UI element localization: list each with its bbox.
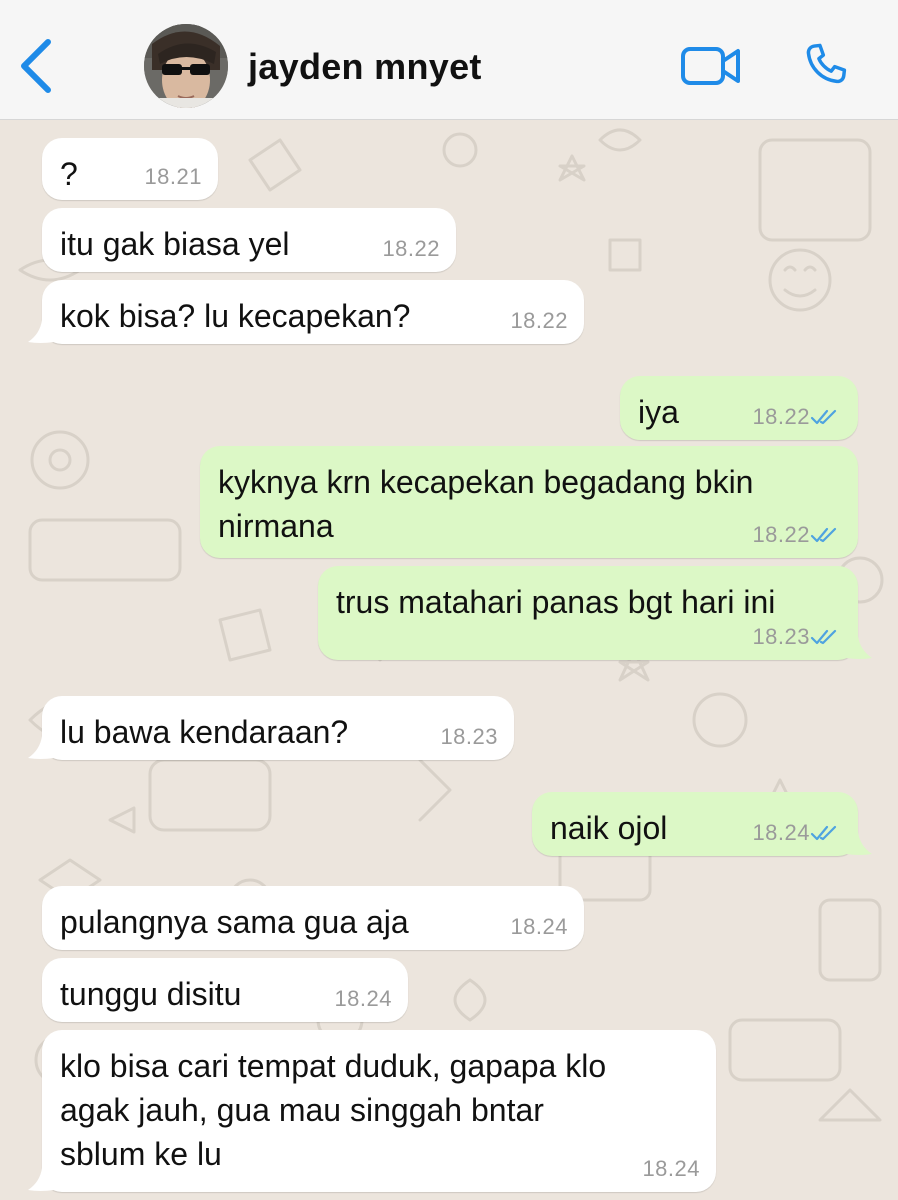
bubble-tail <box>28 736 54 759</box>
message-time: 18.21 <box>144 164 202 189</box>
message-time: 18.23 <box>440 724 498 749</box>
message-time: 18.24 <box>752 820 810 845</box>
message-text: itu gak biasa yel <box>60 226 290 262</box>
outgoing-message[interactable]: trus matahari panas bgt hari ini 18.23 <box>318 566 872 660</box>
double-check-icon <box>810 409 837 425</box>
chat-header: jayden mnyet <box>0 0 898 120</box>
chevron-left-icon <box>21 39 51 93</box>
outgoing-message[interactable]: kyknya krn kecapekan begadang bkin nirma… <box>200 446 858 558</box>
bubble-tail <box>28 1168 54 1191</box>
message-time: 18.22 <box>752 404 810 429</box>
bubble-tail <box>28 320 54 343</box>
message-time: 18.23 <box>752 624 810 649</box>
incoming-message[interactable]: lu bawa kendaraan? 18.23 <box>28 696 514 760</box>
incoming-message[interactable]: itu gak biasa yel 18.22 <box>42 208 456 272</box>
incoming-message[interactable]: klo bisa cari tempat duduk, gapapa klo a… <box>28 1030 716 1192</box>
message-text: trus matahari panas bgt hari ini <box>336 584 776 620</box>
message-text: klo bisa cari tempat duduk, gapapa klo a… <box>60 1048 607 1172</box>
incoming-message[interactable]: ? 18.21 <box>42 138 218 200</box>
back-button[interactable] <box>14 34 58 98</box>
message-time: 18.22 <box>510 308 568 333</box>
voice-call-button[interactable] <box>798 40 854 92</box>
message-time: 18.24 <box>642 1156 700 1181</box>
message-text: lu bawa kendaraan? <box>60 714 349 750</box>
message-text: naik ojol <box>550 810 668 846</box>
double-check-icon <box>810 629 837 645</box>
message-time: 18.24 <box>334 986 392 1011</box>
message-text: pulangnya sama gua aja <box>60 904 409 940</box>
double-check-icon <box>810 825 837 841</box>
message-time: 18.22 <box>382 236 440 261</box>
message-text: tunggu disitu <box>60 976 242 1012</box>
message-text: kyknya krn kecapekan begadang bkin nirma… <box>218 464 754 544</box>
chat-area[interactable]: ? 18.21 itu gak biasa yel 18.22 kok bisa? lu… <box>0 120 898 1200</box>
phone-icon <box>806 43 847 84</box>
incoming-message[interactable]: tunggu disitu 18.24 <box>42 958 408 1022</box>
incoming-message[interactable]: pulangnya sama gua aja 18.24 <box>42 886 584 950</box>
message-text: iya <box>638 394 679 430</box>
message-text: kok bisa? lu kecapekan? <box>60 298 411 334</box>
avatar[interactable] <box>144 24 228 108</box>
outgoing-message[interactable]: iya 18.22 <box>620 376 858 440</box>
message-time: 18.22 <box>752 522 810 547</box>
video-camera-icon <box>681 47 740 85</box>
incoming-message[interactable]: kok bisa? lu kecapekan? 18.22 <box>28 280 584 344</box>
video-call-button[interactable] <box>680 44 742 88</box>
bubble-tail <box>846 636 872 659</box>
contact-name[interactable]: jayden mnyet <box>248 46 482 88</box>
double-check-icon <box>810 527 837 543</box>
message-time: 18.24 <box>510 914 568 939</box>
avatar-photo <box>144 24 228 108</box>
message-text: ? <box>60 156 78 192</box>
outgoing-message[interactable]: naik ojol 18.24 <box>532 792 872 856</box>
bubble-tail <box>846 832 872 855</box>
